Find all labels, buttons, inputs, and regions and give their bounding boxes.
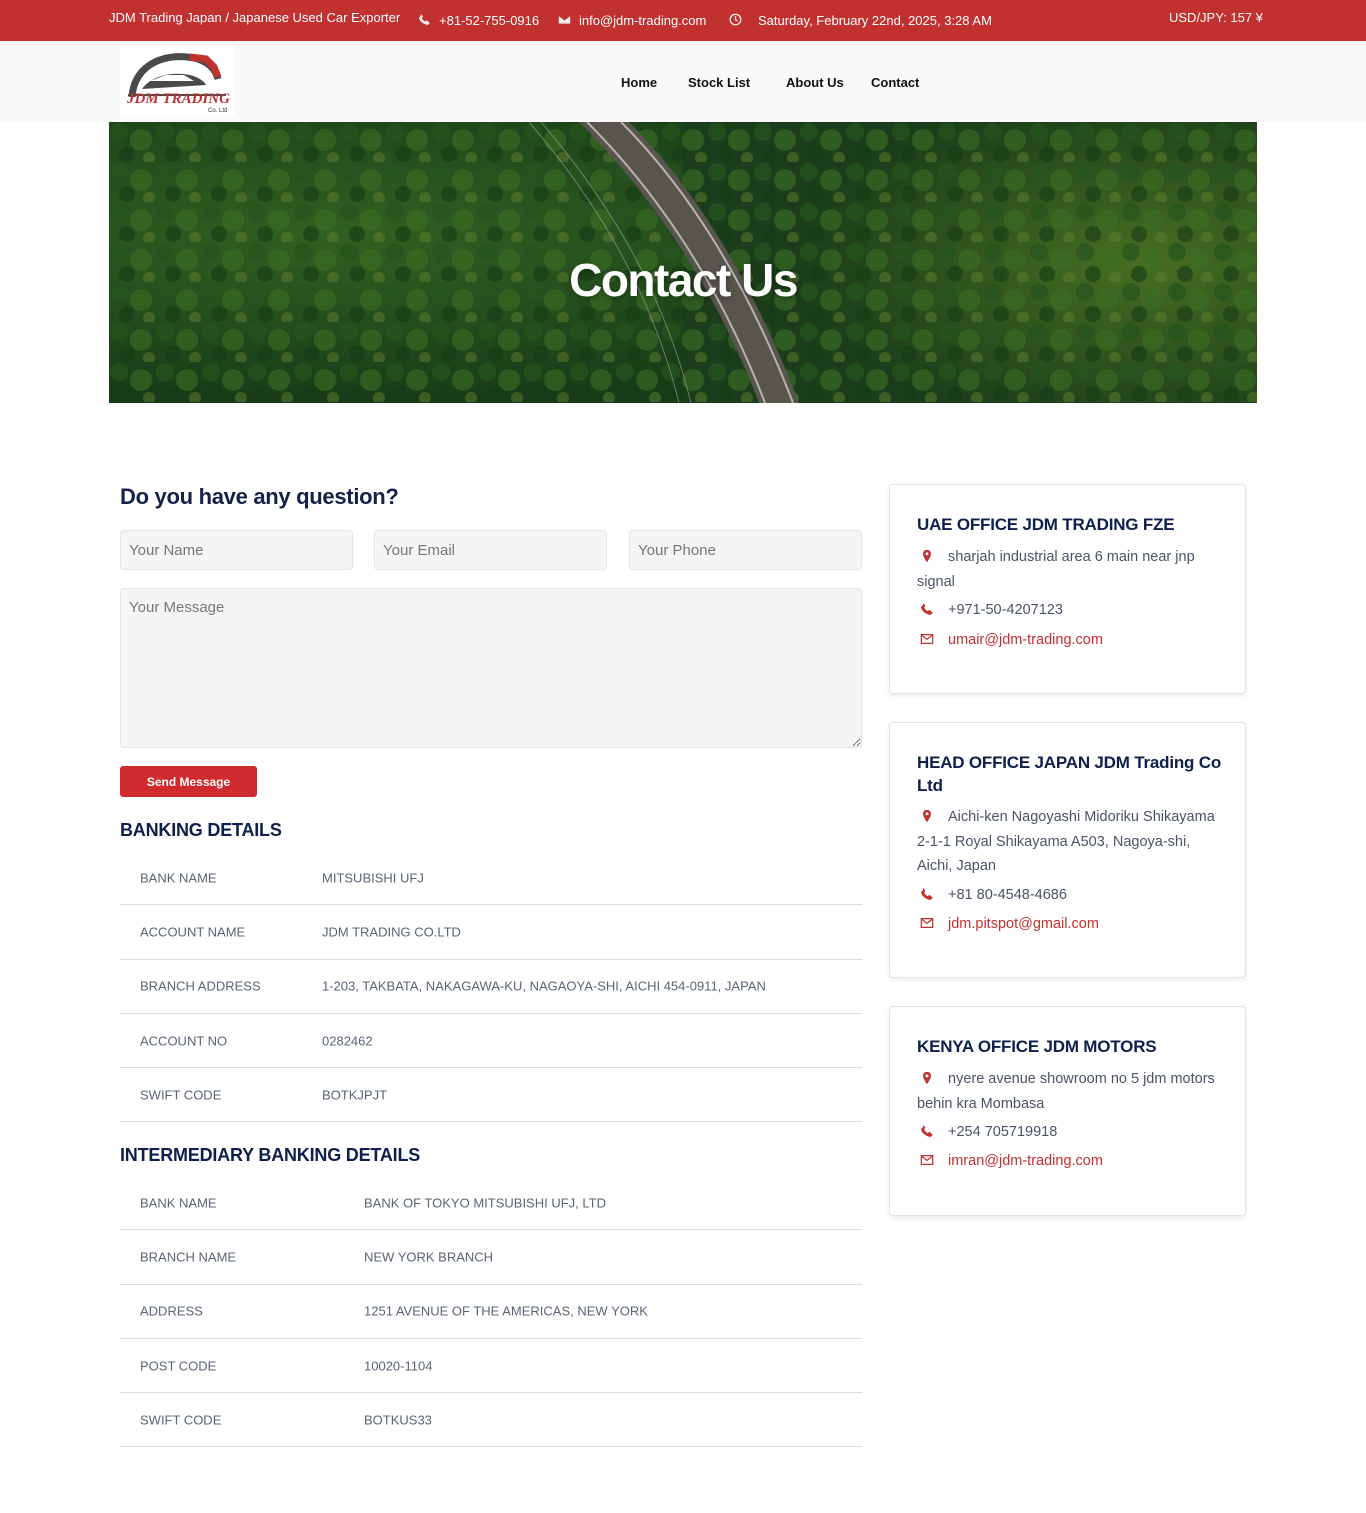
office-email[interactable]: imran@jdm-trading.com — [917, 1149, 1222, 1174]
topbar-email[interactable]: info@jdm-trading.com — [558, 0, 706, 41]
table-row: BRANCH ADDRESS 1-203, TAKBATA, NAKAGAWA-… — [120, 960, 862, 1014]
table-row: ACCOUNT NAME JDM TRADING CO.LTD — [120, 905, 862, 960]
banking-details-table: BANK NAME MITSUBISHI UFJ ACCOUNT NAME JD… — [120, 851, 862, 1123]
exchange-rate: USD/JPY: 157 ¥ — [1169, 0, 1263, 38]
office-phone[interactable]: +254 705719918 — [917, 1120, 1222, 1145]
map-pin-icon — [920, 807, 934, 823]
map-pin-icon — [920, 547, 934, 563]
exchange-rate-text: USD/JPY: 157 ¥ — [1169, 10, 1263, 25]
brand-tagline-text: JDM Trading Japan / Japanese Used Car Ex… — [109, 10, 401, 25]
table-row: POST CODE 10020-1104 — [120, 1339, 862, 1394]
row-label: POST CODE — [140, 1358, 217, 1374]
row-value: BOTKJPJT — [322, 1087, 388, 1103]
row-label: SWIFT CODE — [140, 1087, 222, 1103]
row-value: MITSUBISHI UFJ — [322, 870, 424, 886]
office-phone[interactable]: +81 80-4548-4686 — [917, 883, 1222, 908]
mail-icon — [920, 630, 934, 644]
row-value: NEW YORK BRANCH — [364, 1249, 494, 1265]
office-card-uae: UAE OFFICE JDM TRADING FZE sharjah indus… — [889, 484, 1246, 694]
row-value: 10020-1104 — [364, 1358, 433, 1374]
email-input[interactable] — [374, 530, 607, 570]
office-email[interactable]: umair@jdm-trading.com — [917, 628, 1222, 653]
office-phone-text: +81 80-4548-4686 — [948, 887, 1067, 903]
office-email[interactable]: jdm.pitspot@gmail.com — [917, 912, 1222, 937]
table-row: BRANCH NAME NEW YORK BRANCH — [120, 1230, 862, 1285]
office-address: Aichi-ken Nagoyashi Midoriku Shikayama 2… — [917, 805, 1222, 879]
message-textarea[interactable] — [120, 588, 862, 748]
office-phone-text: +254 705719918 — [948, 1124, 1058, 1140]
hero-title: Contact Us — [569, 254, 798, 306]
row-label: BANK NAME — [140, 870, 217, 886]
nav-home[interactable]: Home — [621, 75, 657, 90]
nav-stock-list[interactable]: Stock List — [688, 75, 750, 90]
hero-banner: Contact Us — [109, 122, 1257, 403]
logo-text: JDM TRADING — [127, 91, 230, 107]
row-value: JDM TRADING CO.LTD — [322, 924, 461, 940]
nav-contact[interactable]: Contact — [871, 75, 919, 90]
table-row: ACCOUNT NO 0282462 — [120, 1014, 862, 1069]
topbar-email-text: info@jdm-trading.com — [579, 13, 707, 28]
row-label: ADDRESS — [140, 1303, 203, 1319]
banking-details-title: BANKING DETAILS — [120, 820, 282, 840]
topbar-datetime-text: Saturday, February 22nd, 2025, 3:28 AM — [758, 13, 992, 28]
row-value: 0282462 — [322, 1033, 373, 1049]
row-value: BOTKUS33 — [364, 1412, 432, 1428]
row-label: ACCOUNT NO — [140, 1033, 228, 1049]
brand-tagline: JDM Trading Japan / Japanese Used Car Ex… — [109, 0, 400, 38]
row-label: BANK NAME — [140, 1195, 217, 1211]
mail-icon — [558, 13, 571, 29]
topbar-phone[interactable]: +81-52-755-0916 — [418, 0, 539, 41]
clock-icon — [729, 13, 742, 29]
office-title: HEAD OFFICE JAPAN JDM Trading Co Ltd — [917, 753, 1222, 795]
row-label: SWIFT CODE — [140, 1412, 222, 1428]
send-message-button[interactable]: Send Message — [120, 766, 257, 797]
top-bar: JDM Trading Japan / Japanese Used Car Ex… — [0, 0, 1366, 41]
form-title: Do you have any question? — [120, 484, 399, 509]
row-value: 1-203, TAKBATA, NAKAGAWA-KU, NAGAOYA-SHI… — [322, 978, 766, 994]
phone-input[interactable] — [629, 530, 862, 570]
table-row: SWIFT CODE BOTKUS33 — [120, 1393, 862, 1448]
office-address-text: sharjah industrial area 6 main near jnp … — [917, 549, 1195, 590]
mail-icon — [920, 1151, 934, 1165]
office-card-kenya: KENYA OFFICE JDM MOTORS nyere avenue sho… — [889, 1006, 1246, 1216]
name-input[interactable] — [120, 530, 353, 570]
topbar-phone-text: +81-52-755-0916 — [439, 13, 540, 28]
office-title: KENYA OFFICE JDM MOTORS — [917, 1037, 1157, 1056]
office-address-text: Aichi-ken Nagoyashi Midoriku Shikayama 2… — [917, 809, 1215, 874]
site-logo[interactable]: JDM TRADING Co. Ltd — [120, 45, 235, 117]
office-address-text: nyere avenue showroom no 5 jdm motors be… — [917, 1071, 1215, 1112]
table-row: BANK NAME MITSUBISHI UFJ — [120, 851, 862, 906]
table-row: SWIFT CODE BOTKJPJT — [120, 1068, 862, 1123]
logo-subtext: Co. Ltd — [208, 108, 228, 114]
row-value: BANK OF TOKYO MITSUBISHI UFJ, LTD — [364, 1195, 606, 1211]
office-address: nyere avenue showroom no 5 jdm motors be… — [917, 1067, 1222, 1116]
table-row: BANK NAME BANK OF TOKYO MITSUBISHI UFJ, … — [120, 1176, 862, 1231]
phone-icon — [920, 1122, 934, 1137]
row-value: 1251 AVENUE OF THE AMERICAS, NEW YORK — [364, 1303, 648, 1319]
row-label: BRANCH ADDRESS — [140, 978, 261, 994]
office-phone-text: +971-50-4207123 — [948, 602, 1063, 618]
topbar-datetime: Saturday, February 22nd, 2025, 3:28 AM — [729, 0, 992, 41]
office-phone[interactable]: +971-50-4207123 — [917, 598, 1222, 623]
map-pin-icon — [920, 1069, 934, 1085]
row-label: ACCOUNT NAME — [140, 924, 246, 940]
office-title: UAE OFFICE JDM TRADING FZE — [917, 515, 1175, 534]
phone-icon — [418, 13, 431, 29]
nav-about-us[interactable]: About Us — [786, 75, 844, 90]
office-email-link[interactable]: umair@jdm-trading.com — [948, 632, 1103, 648]
intermediary-banking-table: BANK NAME BANK OF TOKYO MITSUBISHI UFJ, … — [120, 1176, 862, 1448]
office-card-japan: HEAD OFFICE JAPAN JDM Trading Co Ltd Aic… — [889, 722, 1246, 978]
intermediary-banking-title: INTERMEDIARY BANKING DETAILS — [120, 1145, 421, 1165]
phone-icon — [920, 885, 934, 900]
office-email-link[interactable]: imran@jdm-trading.com — [948, 1153, 1103, 1169]
mail-icon — [920, 914, 934, 928]
office-address: sharjah industrial area 6 main near jnp … — [917, 545, 1222, 594]
phone-icon — [920, 600, 934, 615]
row-label: BRANCH NAME — [140, 1249, 237, 1265]
site-header: JDM TRADING Co. Ltd Home Stock List Abou… — [0, 41, 1366, 122]
table-row: ADDRESS 1251 AVENUE OF THE AMERICAS, NEW… — [120, 1285, 862, 1339]
office-email-link[interactable]: jdm.pitspot@gmail.com — [948, 916, 1099, 932]
